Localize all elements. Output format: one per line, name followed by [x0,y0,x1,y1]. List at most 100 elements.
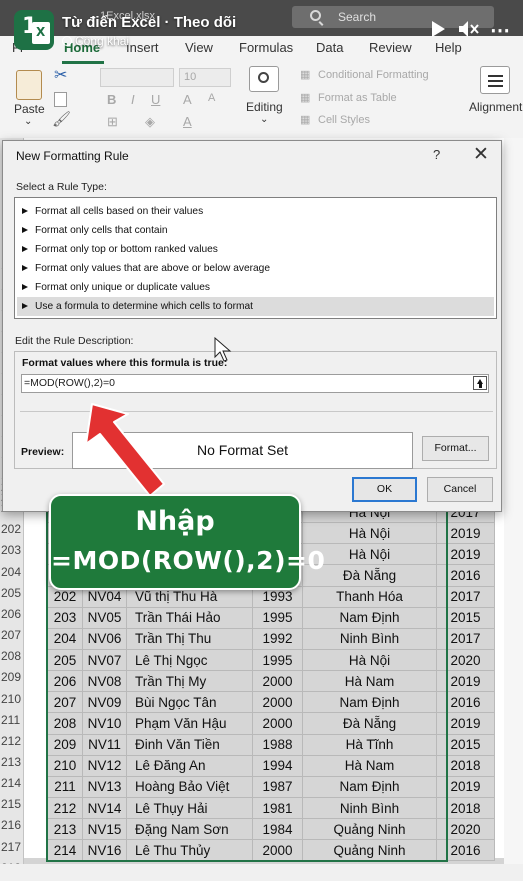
channel-name[interactable]: Từ điển Excel · Theo dõi [62,14,236,31]
table-cell[interactable]: Quảng Ninh [302,818,437,841]
table-cell[interactable]: 2019 [436,670,495,693]
table-cell[interactable]: 208 [47,712,83,735]
tab-help[interactable]: Help [435,40,462,55]
table-cell[interactable]: NV10 [82,712,127,735]
cell-styles[interactable]: Cell Styles [318,114,370,126]
editing-dropdown-icon[interactable]: ⌄ [260,114,268,125]
table-cell[interactable]: 1988 [252,733,303,756]
table-cell[interactable]: Bùi Ngọc Tân [126,691,253,714]
table-cell[interactable]: NV15 [82,818,127,841]
table-cell[interactable]: Hoàng Bảo Việt [126,775,253,798]
tab-insert[interactable]: Insert [126,40,159,55]
row-number[interactable]: 217 [0,840,24,854]
table-cell[interactable]: 2015 [436,733,495,756]
table-cell[interactable]: Thanh Hóa [302,585,437,608]
table-cell[interactable]: 203 [47,606,83,629]
copy-icon[interactable] [54,92,67,107]
table-cell[interactable]: 2017 [436,627,495,650]
table-cell[interactable]: 205 [47,648,83,672]
table-cell[interactable]: 2019 [436,775,495,798]
format-as-table[interactable]: Format as Table [318,92,397,104]
font-name-box[interactable] [100,68,174,87]
table-cell[interactable]: 207 [47,691,83,714]
grow-font-icon[interactable]: A [183,92,192,107]
italic-icon[interactable]: I [131,92,135,107]
help-icon[interactable]: ? [433,147,440,162]
table-cell[interactable]: Nam Định [302,691,437,714]
more-options-icon[interactable]: ⋯ [490,18,514,42]
table-cell[interactable]: Hà Nội [302,648,437,672]
row-number[interactable]: 210 [0,692,24,706]
table-cell[interactable]: NV16 [82,839,127,862]
table-cell[interactable]: 2019 [436,522,495,545]
conditional-formatting[interactable]: Conditional Formatting [318,69,429,81]
rule-type-item[interactable]: Format only values that are above or bel… [17,259,494,278]
row-number[interactable]: 205 [0,586,24,600]
table-cell[interactable]: Phạm Văn Hậu [126,712,253,735]
tab-data[interactable]: Data [316,40,343,55]
table-cell[interactable]: 213 [47,818,83,841]
cut-icon[interactable]: ✂ [54,65,67,85]
table-cell[interactable]: 214 [47,839,83,862]
table-cell[interactable]: 211 [47,775,83,798]
table-cell[interactable]: 209 [47,733,83,756]
formula-input[interactable]: =MOD(ROW(),2)=0 [21,374,489,393]
table-cell[interactable]: 210 [47,754,83,777]
table-cell[interactable]: 1994 [252,754,303,777]
find-icon[interactable] [249,66,279,92]
table-cell[interactable]: NV05 [82,606,127,629]
rule-type-item[interactable]: Format only unique or duplicate values [17,278,494,297]
row-number[interactable]: 206 [0,607,24,621]
play-icon[interactable] [432,21,445,37]
rule-type-item[interactable]: Format only top or bottom ranked values [17,240,494,259]
table-cell[interactable]: Lê Thụy Hải [126,796,253,820]
table-cell[interactable]: Hà Nội [302,522,437,545]
table-cell[interactable]: Ninh Bình [302,796,437,820]
table-cell[interactable]: NV12 [82,754,127,777]
table-cell[interactable]: 2016 [436,564,495,587]
row-number[interactable]: 213 [0,755,24,769]
row-number[interactable]: 216 [0,818,24,832]
row-number[interactable]: 215 [0,797,24,811]
tab-view[interactable]: View [185,40,213,55]
table-cell[interactable]: NV06 [82,627,127,650]
table-cell[interactable]: 1995 [252,648,303,672]
table-cell[interactable]: 2020 [436,818,495,841]
table-cell[interactable]: Đặng Nam Sơn [126,818,253,841]
table-cell[interactable]: Nam Định [302,775,437,798]
table-cell[interactable]: NV08 [82,670,127,693]
row-number[interactable]: 204 [0,565,24,579]
table-cell[interactable]: 2015 [436,606,495,629]
row-number[interactable]: 212 [0,734,24,748]
row-number[interactable]: 203 [0,543,24,557]
table-cell[interactable]: 204 [47,627,83,650]
table-cell[interactable]: NV14 [82,796,127,820]
format-button[interactable]: Format... [422,436,489,461]
table-cell[interactable]: Hà Nam [302,670,437,693]
table-cell[interactable]: Đà Nẵng [302,712,437,735]
bold-icon[interactable]: B [107,92,116,107]
row-number[interactable]: 209 [0,670,24,684]
table-cell[interactable]: Hà Tĩnh [302,733,437,756]
mute-icon[interactable] [457,18,479,40]
table-cell[interactable]: Lê Đăng An [126,754,253,777]
table-cell[interactable]: 2016 [436,839,495,862]
table-cell[interactable]: 2000 [252,670,303,693]
table-cell[interactable]: Trần Thị My [126,670,253,693]
table-cell[interactable]: Hà Nam [302,754,437,777]
rule-type-item[interactable]: Format all cells based on their values [17,202,494,221]
row-number[interactable]: 207 [0,628,24,642]
table-cell[interactable]: 1984 [252,818,303,841]
table-cell[interactable]: Đinh Văn Tiền [126,733,253,756]
underline-icon[interactable]: U [151,92,160,107]
alignment-icon[interactable] [480,66,510,94]
table-cell[interactable]: 2000 [252,712,303,735]
table-cell[interactable]: Trần Thái Hảo [126,606,253,629]
table-cell[interactable]: Nam Định [302,606,437,629]
borders-icon[interactable]: ⊞ [107,114,118,130]
table-cell[interactable]: 2019 [436,543,495,566]
table-cell[interactable]: NV07 [82,648,127,672]
row-number[interactable]: 214 [0,776,24,790]
paste-dropdown-icon[interactable]: ⌄ [24,116,32,127]
table-cell[interactable]: 2018 [436,796,495,820]
